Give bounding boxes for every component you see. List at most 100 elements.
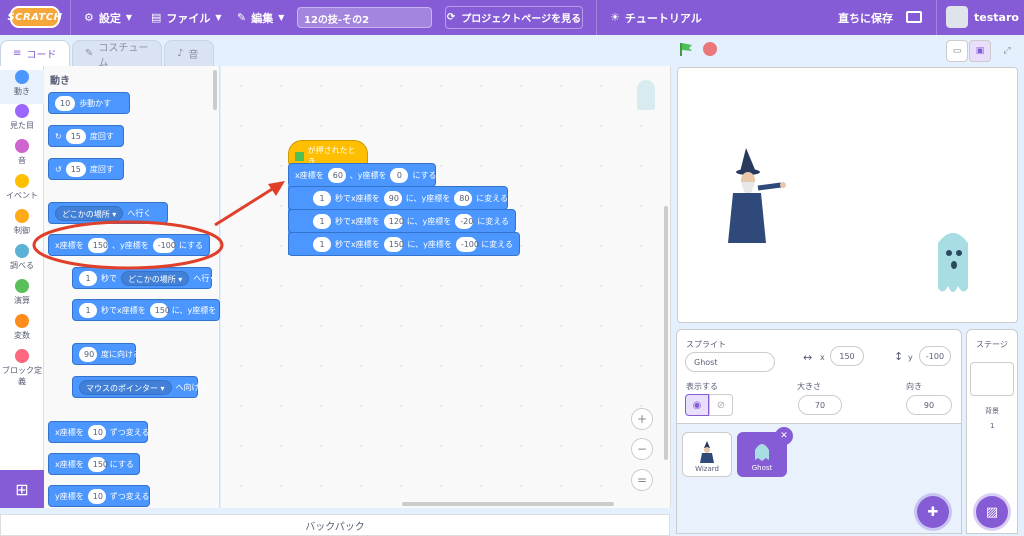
zoom-out-button[interactable]: − — [631, 438, 653, 460]
block-move-steps[interactable]: 10 歩動かす — [48, 92, 130, 114]
block-dropdown[interactable]: どこかの場所 ▾ — [121, 270, 190, 286]
x-input[interactable]: 150 — [830, 346, 864, 366]
block-change-x[interactable]: x座標を 10 ずつ変える — [48, 421, 150, 443]
block-turn-right[interactable]: ↻ 15 度回す — [48, 125, 124, 147]
script-glide-2[interactable]: 1 秒でx座標を 120 に、y座標を -20 に変える — [288, 209, 516, 233]
block-input[interactable]: 120 — [383, 213, 404, 229]
script-glide-1[interactable]: 1 秒でx座標を 90 に、y座標を 80 に変える — [288, 186, 508, 210]
stage-thumbnail[interactable] — [970, 362, 1014, 396]
stop-button[interactable] — [703, 42, 717, 56]
block-goto[interactable]: どこかの場所 ▾ へ行く — [48, 202, 168, 224]
backpack-bar[interactable]: バックパック — [0, 514, 670, 536]
block-input[interactable]: 1 — [79, 270, 97, 286]
fullscreen-button[interactable]: ⤢ — [996, 40, 1018, 62]
workspace-scrollbar-vertical[interactable] — [664, 206, 668, 460]
category-sound[interactable]: 音 — [0, 139, 44, 173]
block-input[interactable]: 90 — [79, 346, 97, 362]
block-input[interactable]: -20 — [455, 213, 473, 229]
script-goto-xy[interactable]: x座標を 60 、y座標を 0 にする — [288, 163, 437, 187]
block-change-y[interactable]: y座標を 10 ずつ変える — [48, 485, 150, 507]
category-operators[interactable]: 演算 — [0, 279, 44, 313]
block-glide-to[interactable]: 1 秒で どこかの場所 ▾ へ行く — [72, 267, 217, 289]
zoom-reset-button[interactable]: = — [631, 469, 653, 491]
sprite-name-input[interactable]: Ghost — [685, 352, 775, 372]
sprite-thumb-wizard[interactable]: Wizard — [682, 432, 732, 477]
block-input[interactable]: 10 — [87, 424, 106, 440]
block-glide-xy[interactable]: 1 秒でx座標を 150 に、y座標を — [72, 299, 220, 321]
block-dropdown[interactable]: マウスのポインター ▾ — [79, 379, 172, 395]
edit-menu[interactable]: ✎ 編集 ▼ — [237, 0, 284, 35]
category-variables[interactable]: 変数 — [0, 314, 44, 348]
green-flag-button[interactable] — [679, 42, 693, 56]
category-my-blocks[interactable]: ブロック定義 — [0, 349, 44, 389]
block-input[interactable]: 15 — [65, 161, 86, 177]
block-input[interactable]: -100 — [152, 237, 176, 253]
block-input[interactable]: 1 — [313, 236, 331, 252]
size-input[interactable]: 70 — [798, 395, 842, 415]
block-input[interactable]: 150 — [87, 237, 108, 253]
direction-input[interactable]: 90 — [906, 395, 952, 415]
category-events[interactable]: イベント — [0, 174, 44, 208]
category-control[interactable]: 制御 — [0, 209, 44, 243]
block-input[interactable]: 1 — [79, 302, 97, 318]
block-input[interactable]: 0 — [390, 167, 409, 183]
category-label: 音 — [18, 156, 26, 165]
add-extension-button[interactable]: ⊞ — [0, 470, 44, 508]
small-stage-button[interactable]: ▭ — [946, 40, 968, 62]
settings-menu[interactable]: ⚙ 設定 ▼ — [84, 0, 132, 35]
code-workspace[interactable] — [221, 66, 671, 508]
file-menu[interactable]: ▤ ファイル ▼ — [151, 0, 222, 35]
category-dot — [15, 209, 29, 223]
block-input[interactable]: 15 — [65, 128, 86, 144]
block-turn-left[interactable]: ↺ 15 度回す — [48, 158, 124, 180]
block-set-x[interactable]: x座標を 150 にする — [48, 453, 140, 475]
block-input[interactable]: 150 — [149, 302, 170, 318]
category-motion[interactable]: 動き — [0, 70, 44, 104]
block-input[interactable]: 1 — [313, 213, 331, 229]
tab-sounds[interactable]: ♪ 音 — [164, 40, 214, 66]
block-input[interactable]: 60 — [327, 167, 346, 183]
choose-backdrop-button[interactable]: ▨ — [976, 496, 1008, 528]
category-sensing[interactable]: 調べる — [0, 244, 44, 278]
block-input[interactable]: 80 — [454, 190, 473, 206]
block-input[interactable]: 90 — [383, 190, 402, 206]
account-menu[interactable]: testaro ▼ — [974, 0, 1024, 35]
category-label: 制御 — [14, 226, 30, 235]
choose-sprite-button[interactable]: ✚ — [917, 496, 949, 528]
scratch-logo[interactable]: SCRATCH — [7, 6, 62, 28]
block-input[interactable]: 150 — [87, 456, 108, 472]
hide-sprite-button[interactable]: ⊘ — [709, 394, 733, 416]
fullscreen-icon: ⤢ — [1003, 46, 1011, 56]
block-goto-xy[interactable]: x座標を 150 、y座標を -100 にする — [48, 234, 210, 256]
save-now-button[interactable]: 直ちに保存 — [838, 0, 893, 35]
category-looks[interactable]: 見た目 — [0, 104, 44, 138]
normal-stage-button[interactable]: ▣ — [969, 40, 991, 62]
show-sprite-button[interactable]: ◉ — [685, 394, 709, 416]
stage-canvas[interactable] — [677, 67, 1018, 323]
block-input[interactable]: 150 — [383, 236, 404, 252]
zoom-in-button[interactable]: + — [631, 408, 653, 430]
palette-scrollbar[interactable] — [213, 70, 217, 110]
brush-icon: ✎ — [85, 48, 94, 59]
tab-code[interactable]: ≡ コード — [0, 40, 70, 66]
workspace-scrollbar-horizontal[interactable] — [402, 502, 614, 506]
block-dropdown[interactable]: どこかの場所 ▾ — [55, 205, 124, 221]
block-input[interactable]: 10 — [55, 95, 76, 111]
lightbulb-icon: ☀ — [610, 11, 620, 24]
delete-sprite-button[interactable]: ✕ — [775, 427, 793, 445]
tab-costumes[interactable]: ✎ コスチューム — [72, 40, 162, 69]
block-input[interactable]: 1 — [313, 190, 331, 206]
block-input[interactable]: -100 — [455, 236, 479, 252]
project-title-input[interactable]: 12の技-その2 — [297, 7, 432, 28]
tutorials-menu[interactable]: ☀ チュートリアル — [610, 0, 702, 35]
script-glide-3[interactable]: 1 秒でx座標を 150 に、y座標を -100 に変える — [288, 232, 520, 256]
block-text: ずつ変える — [109, 491, 150, 501]
block-point-direction[interactable]: 90 度に向ける — [72, 343, 141, 365]
block-input[interactable]: 10 — [87, 488, 106, 504]
folder-icon[interactable] — [906, 11, 922, 23]
gear-icon: ⚙ — [84, 11, 94, 24]
avatar[interactable] — [946, 6, 968, 28]
block-point-towards[interactable]: マウスのポインター ▾ へ向ける — [72, 376, 208, 398]
see-project-page-button[interactable]: ⟳ プロジェクトページを見る — [445, 6, 583, 29]
y-input[interactable]: -100 — [919, 346, 951, 366]
